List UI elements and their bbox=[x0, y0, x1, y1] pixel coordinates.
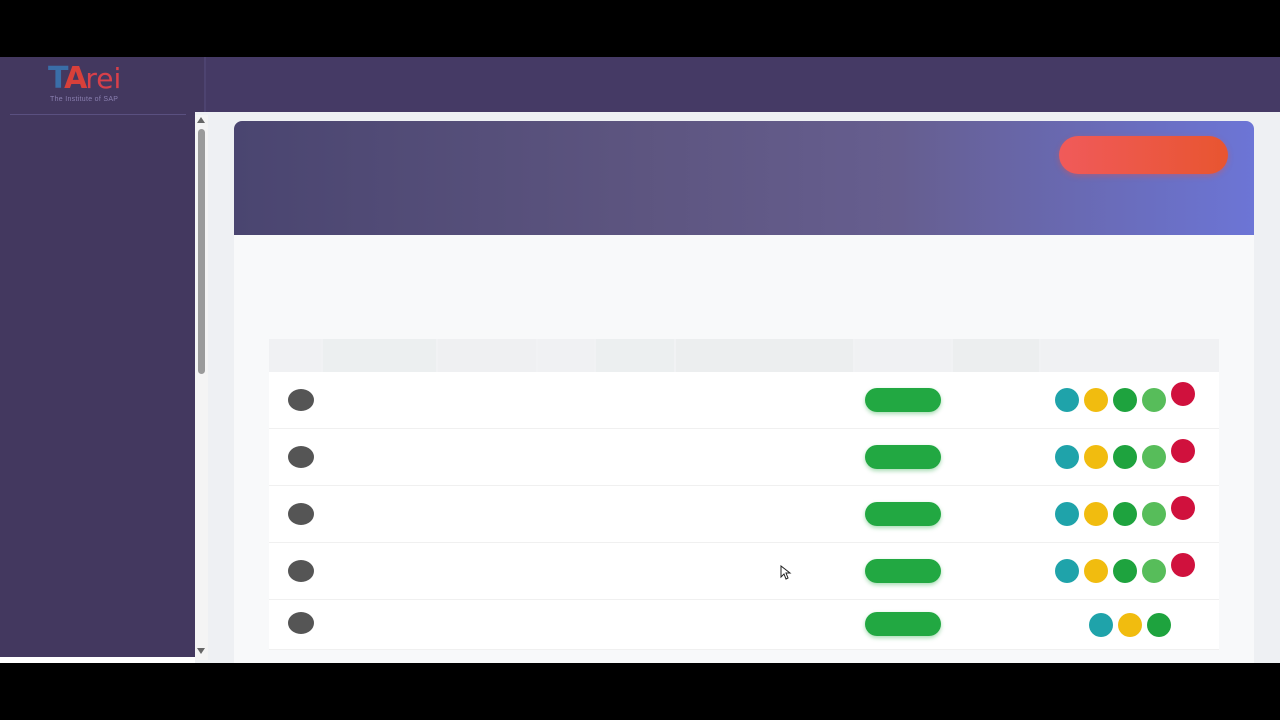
view-button-icon[interactable] bbox=[1089, 613, 1113, 637]
approve-button-icon[interactable] bbox=[1147, 613, 1171, 637]
delete-button-icon[interactable] bbox=[1171, 553, 1195, 577]
table-row bbox=[269, 543, 1219, 600]
view-button-icon[interactable] bbox=[1055, 502, 1079, 526]
sidebar-scrollbar[interactable] bbox=[195, 115, 208, 660]
scroll-up-arrow-icon[interactable] bbox=[197, 117, 205, 123]
logo-letters-rei: rei bbox=[85, 62, 122, 95]
sidebar bbox=[0, 112, 195, 660]
logo-letter-t: T bbox=[48, 61, 66, 96]
column-header bbox=[596, 339, 674, 372]
table-row bbox=[269, 429, 1219, 486]
row-avatar-icon bbox=[288, 446, 314, 468]
company-logo: TArei The Institute of SAP bbox=[48, 64, 148, 104]
status-badge-active bbox=[865, 388, 941, 412]
row-avatar-icon bbox=[288, 503, 314, 525]
table-row bbox=[269, 600, 1219, 650]
row-avatar-icon bbox=[288, 560, 314, 582]
header-action-button[interactable] bbox=[1059, 136, 1228, 174]
logo-mark: TArei bbox=[48, 64, 121, 94]
view-button-icon[interactable] bbox=[1055, 445, 1079, 469]
column-header bbox=[323, 339, 436, 372]
approve-button-icon[interactable] bbox=[1113, 559, 1137, 583]
mouse-cursor-icon bbox=[780, 565, 792, 580]
logo-tagline: The Institute of SAP bbox=[50, 96, 119, 103]
table-body bbox=[269, 372, 1219, 650]
enable-button-icon[interactable] bbox=[1142, 445, 1166, 469]
status-badge-active bbox=[865, 559, 941, 583]
column-header bbox=[953, 339, 1039, 372]
table-header-row bbox=[269, 339, 1219, 372]
approve-button-icon[interactable] bbox=[1113, 445, 1137, 469]
table-row bbox=[269, 486, 1219, 543]
enable-button-icon[interactable] bbox=[1142, 502, 1166, 526]
sidebar-divider bbox=[10, 114, 186, 115]
edit-button-icon[interactable] bbox=[1084, 388, 1108, 412]
app-window: TArei The Institute of SAP bbox=[0, 57, 1280, 663]
delete-button-icon[interactable] bbox=[1171, 496, 1195, 520]
column-header bbox=[855, 339, 951, 372]
column-header bbox=[438, 339, 536, 372]
brand-area[interactable]: TArei The Institute of SAP bbox=[0, 57, 206, 112]
status-badge-active bbox=[865, 612, 941, 636]
logo-letter-a: A bbox=[64, 61, 87, 96]
scroll-thumb[interactable] bbox=[198, 129, 205, 374]
edit-button-icon[interactable] bbox=[1084, 559, 1108, 583]
column-header bbox=[538, 339, 594, 372]
enable-button-icon[interactable] bbox=[1142, 388, 1166, 412]
column-header bbox=[1041, 339, 1219, 372]
row-avatar-icon bbox=[288, 389, 314, 411]
view-button-icon[interactable] bbox=[1055, 559, 1079, 583]
approve-button-icon[interactable] bbox=[1113, 502, 1137, 526]
edit-button-icon[interactable] bbox=[1084, 502, 1108, 526]
status-badge-active bbox=[865, 445, 941, 469]
table-row bbox=[269, 372, 1219, 429]
top-navbar: TArei The Institute of SAP bbox=[0, 57, 1280, 112]
approve-button-icon[interactable] bbox=[1113, 388, 1137, 412]
video-letterbox-top bbox=[0, 0, 1280, 57]
data-table bbox=[269, 339, 1219, 650]
edit-button-icon[interactable] bbox=[1084, 445, 1108, 469]
video-letterbox-bottom bbox=[0, 663, 1280, 720]
content-card bbox=[234, 121, 1254, 663]
edit-button-icon[interactable] bbox=[1118, 613, 1142, 637]
enable-button-icon[interactable] bbox=[1142, 559, 1166, 583]
row-avatar-icon bbox=[288, 612, 314, 634]
scroll-down-arrow-icon[interactable] bbox=[197, 648, 205, 654]
column-header bbox=[676, 339, 853, 372]
card-header bbox=[234, 121, 1254, 235]
status-badge-active bbox=[865, 502, 941, 526]
delete-button-icon[interactable] bbox=[1171, 439, 1195, 463]
column-header bbox=[269, 339, 321, 372]
view-button-icon[interactable] bbox=[1055, 388, 1079, 412]
delete-button-icon[interactable] bbox=[1171, 382, 1195, 406]
